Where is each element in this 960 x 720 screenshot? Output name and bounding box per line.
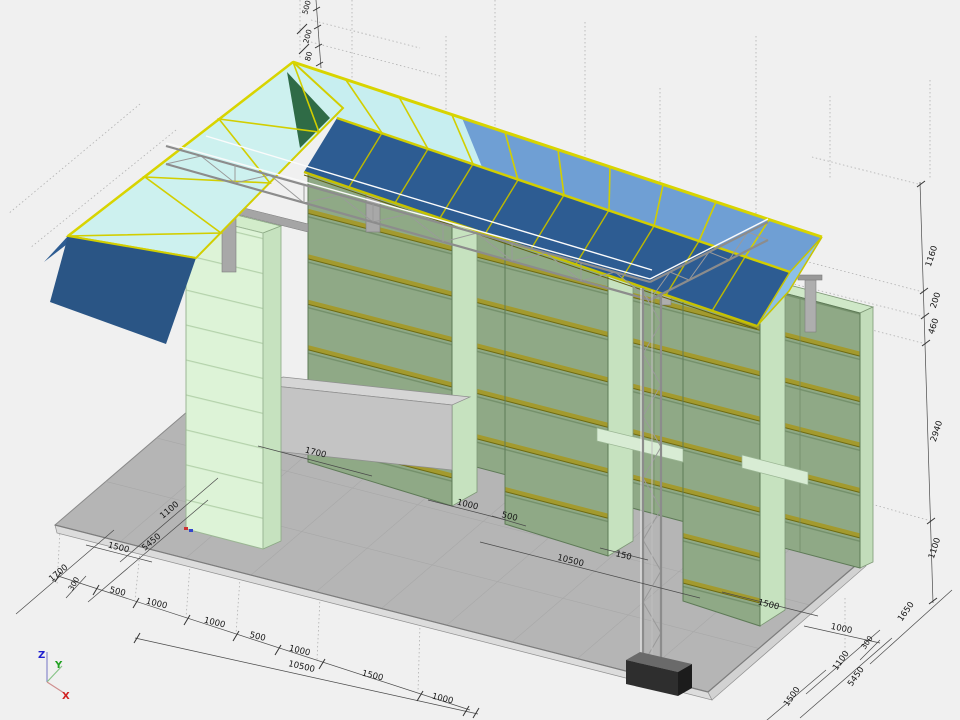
dimension-label: 1160	[924, 245, 940, 269]
dimension-label: 1000	[203, 616, 226, 631]
dimension-label: 1100	[927, 537, 943, 561]
dimension-label: 1700	[47, 563, 70, 585]
dimension-label: 500	[248, 630, 266, 644]
dimension-label: 200	[929, 291, 944, 310]
dimension-label: 2940	[929, 420, 945, 444]
axis-indicator: Z Y X	[38, 650, 70, 702]
dimension-label: 500	[108, 585, 126, 599]
dimension-label: 1500	[782, 685, 803, 708]
dimension-label: 1000	[288, 644, 311, 659]
dimension-label: 80	[303, 50, 314, 62]
3d-viewport[interactable]: 500 1000 1000 500 1000 1500 1000 10500 1…	[0, 0, 960, 720]
back-wall-side	[860, 307, 873, 568]
dimension-label: 1000	[830, 622, 853, 636]
dimension-label: 5450	[846, 665, 867, 688]
dimension-label: 500	[300, 0, 312, 15]
dimension-label: 1100	[831, 649, 852, 672]
x-axis-label: X	[62, 691, 70, 702]
dimension-label: 1500	[361, 669, 384, 684]
dimension-label: 460	[927, 317, 942, 336]
cad-canvas: 500 1000 1000 500 1000 1500 1000 10500 1…	[0, 0, 960, 720]
dimension-label: 1000	[145, 597, 168, 612]
dimension-label: 1650	[896, 600, 917, 623]
z-axis-label: Z	[38, 650, 45, 661]
y-axis-label: Y	[54, 660, 63, 671]
